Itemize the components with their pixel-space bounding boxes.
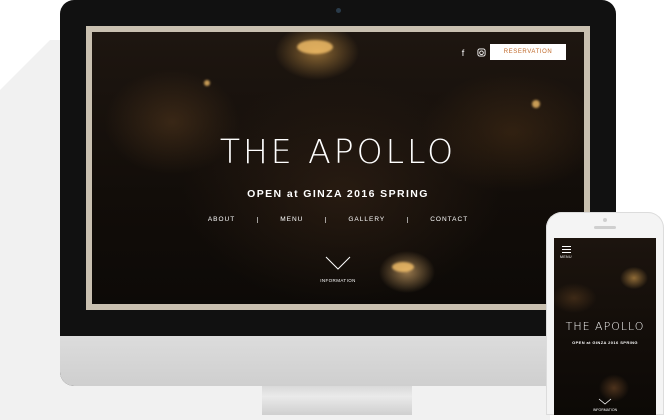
- tagline: OPEN at GINZA 2016 SPRING: [247, 188, 429, 200]
- nav-about[interactable]: ABOUT: [186, 216, 257, 223]
- camera-dot: [336, 8, 341, 13]
- mobile-tagline: OPEN at GINZA 2016 SPRING: [572, 340, 638, 345]
- chevron-down-icon[interactable]: [325, 256, 351, 270]
- chevron-down-icon[interactable]: [598, 398, 612, 405]
- main-nav: ABOUT MENU GALLERY CONTACT: [92, 216, 584, 223]
- hamburger-icon[interactable]: [562, 246, 571, 255]
- mobile-site-title: THE APOLLO: [565, 320, 645, 333]
- hero-photo: f RESERVATION THE APOLLO OPEN at GINZA 2…: [92, 32, 584, 304]
- reservation-button[interactable]: RESERVATION: [490, 44, 566, 60]
- nav-contact[interactable]: CONTACT: [408, 216, 490, 223]
- instagram-icon[interactable]: [476, 48, 486, 58]
- light-glow: [532, 100, 540, 108]
- candle-glow: [392, 262, 414, 272]
- information-link[interactable]: INFORMATION: [92, 278, 584, 283]
- imac-mockup: f RESERVATION THE APOLLO OPEN at GINZA 2…: [60, 0, 616, 386]
- imac-stand: [262, 384, 412, 415]
- mobile-screen: MENU THE APOLLO OPEN at GINZA 2016 SPRIN…: [554, 238, 656, 415]
- light-glow: [204, 80, 210, 86]
- speaker-slot: [594, 226, 616, 229]
- nav-gallery[interactable]: GALLERY: [326, 216, 407, 223]
- camera-dot: [603, 218, 607, 222]
- desktop-screen: f RESERVATION THE APOLLO OPEN at GINZA 2…: [86, 26, 590, 310]
- lamp-glow: [297, 40, 333, 54]
- facebook-icon[interactable]: f: [458, 48, 468, 58]
- site-title: THE APOLLO: [219, 132, 457, 171]
- iphone-mockup: MENU THE APOLLO OPEN at GINZA 2016 SPRIN…: [546, 212, 664, 415]
- imac-chin: [60, 336, 616, 386]
- social-links: f: [458, 48, 486, 58]
- nav-menu[interactable]: MENU: [258, 216, 325, 223]
- menu-label[interactable]: MENU: [560, 255, 572, 259]
- mobile-information-link[interactable]: INFORMATION: [554, 408, 656, 412]
